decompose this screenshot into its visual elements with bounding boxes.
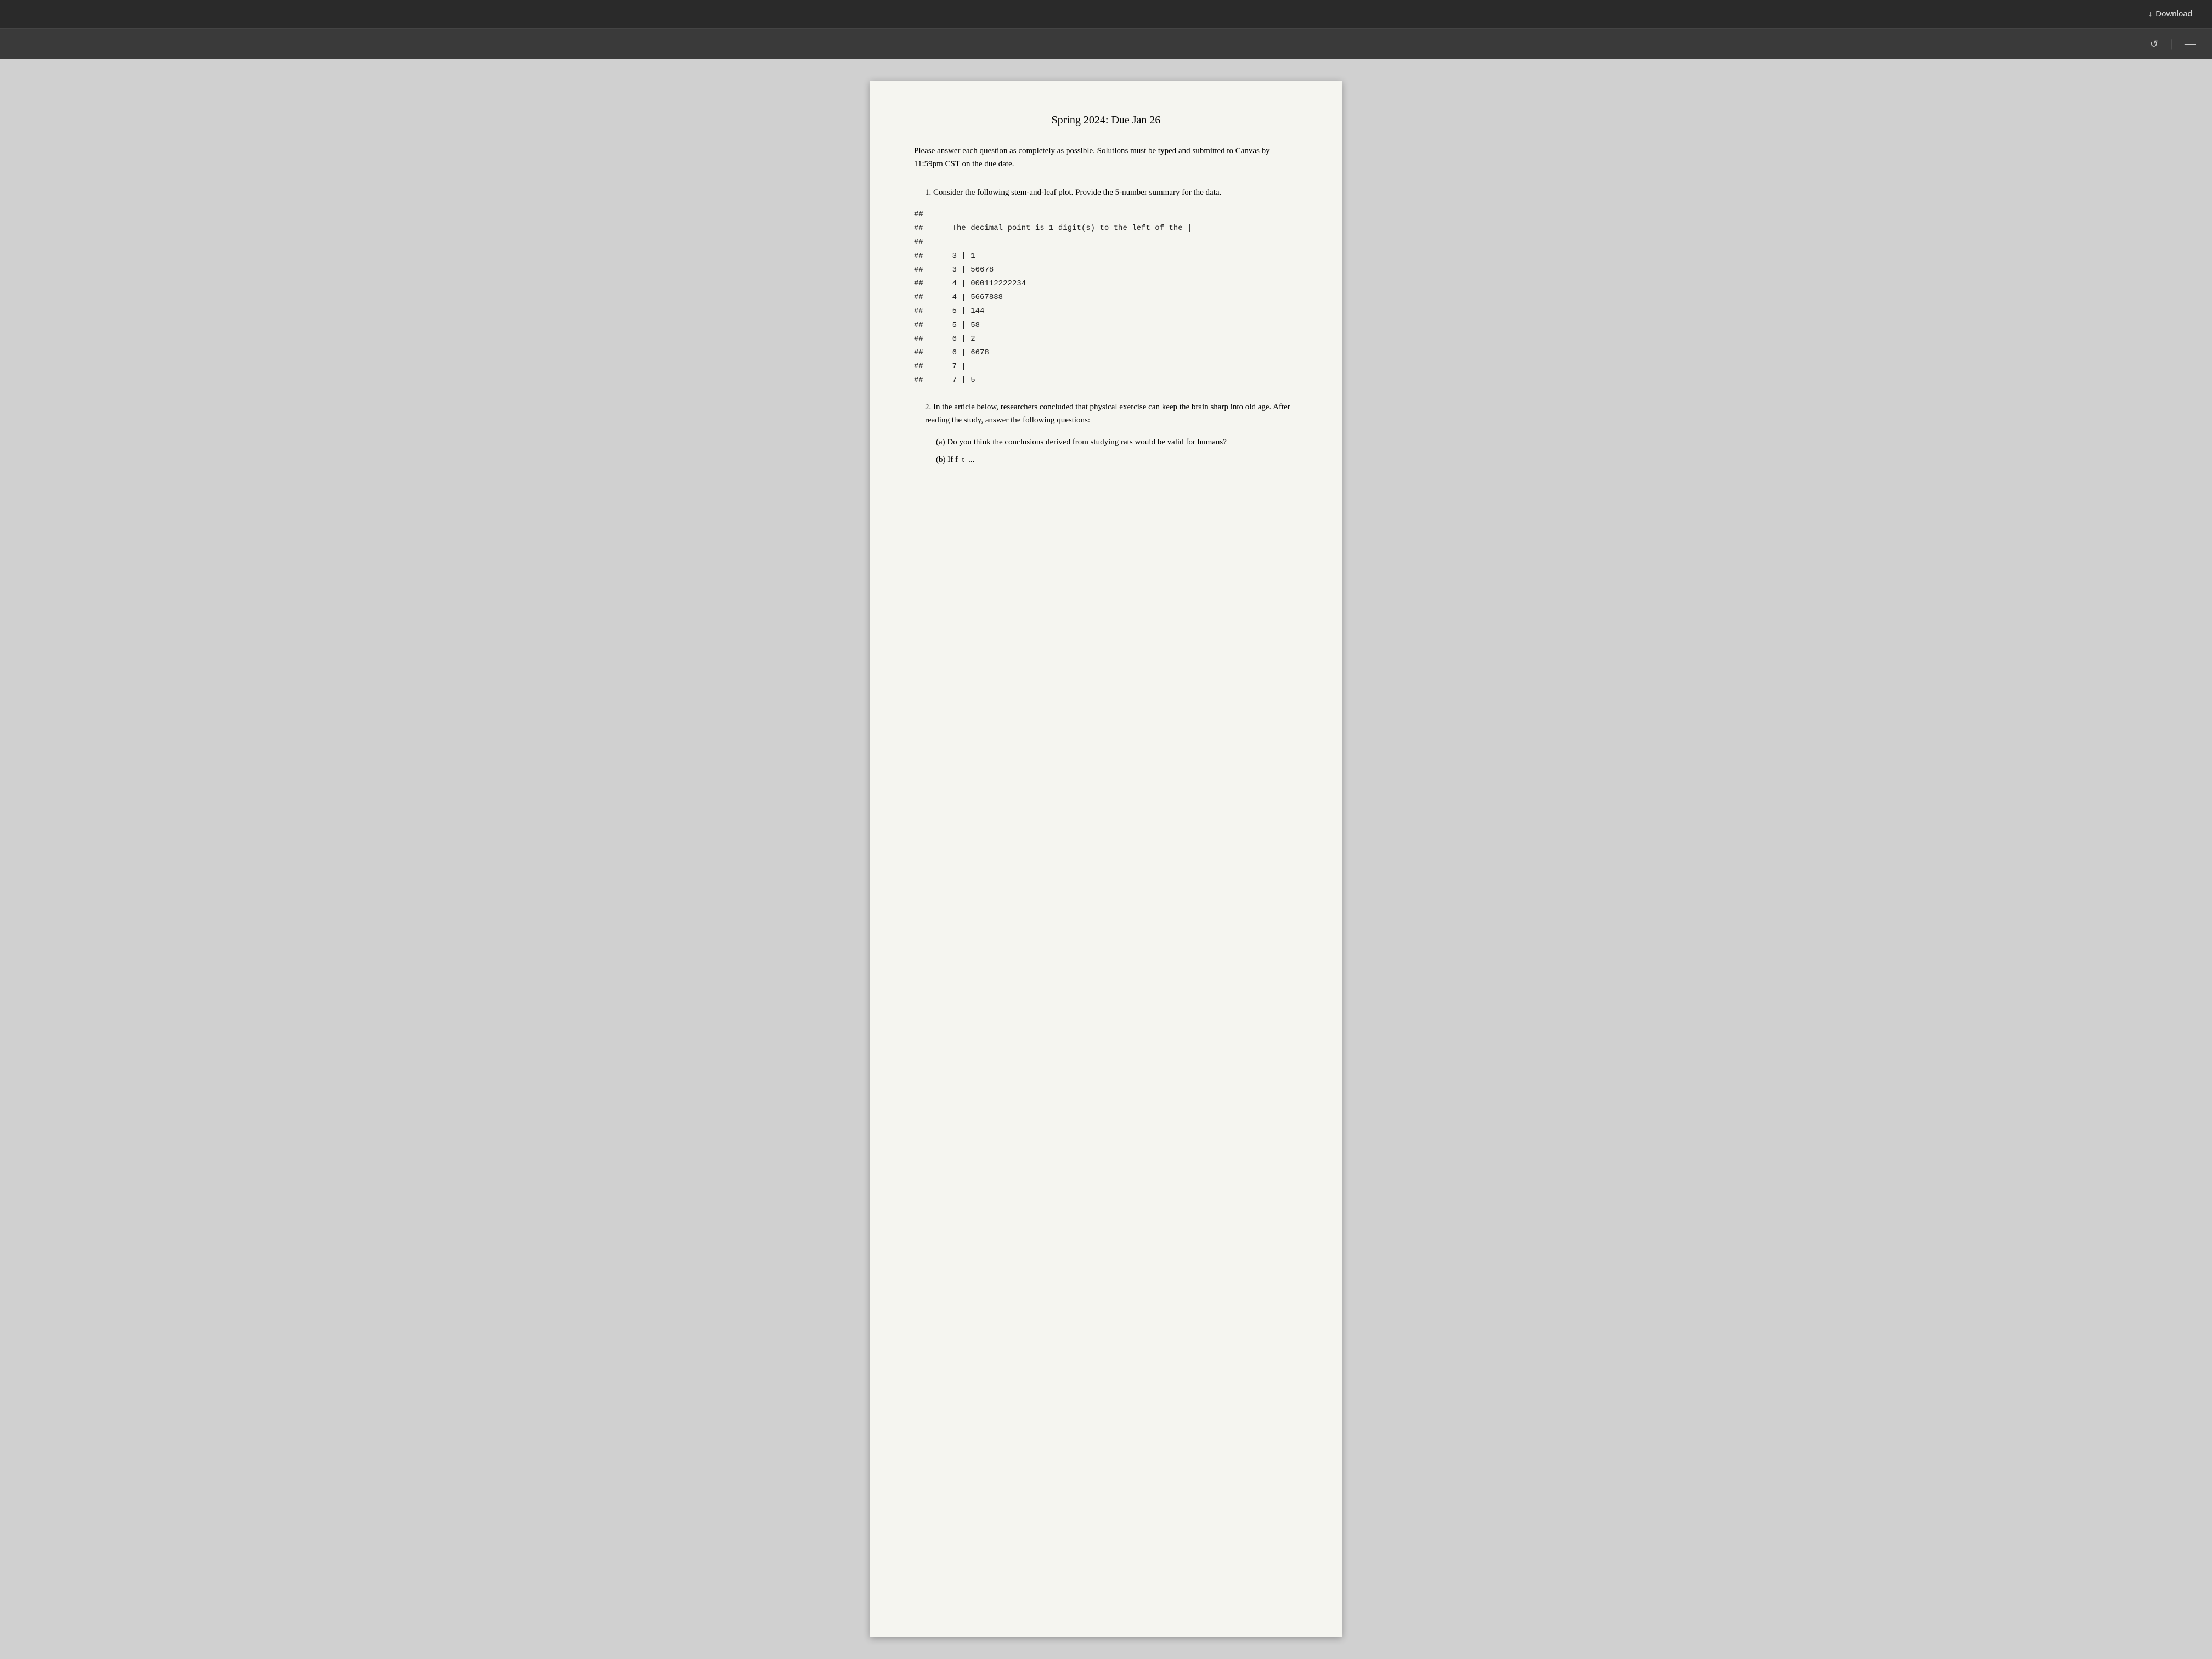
hash-prefix-6: ## (914, 277, 929, 291)
toolbar: ↺ | — (0, 29, 2212, 59)
hash-prefix-3: ## (914, 235, 929, 249)
hash-prefix-13: ## (914, 374, 929, 387)
stem-leaf-line-1: ## (914, 208, 1298, 222)
hash-prefix-4: ## (914, 250, 929, 263)
hash-prefix: ## (914, 208, 929, 222)
stem-leaf-line-8: ## 5 | 144 (914, 304, 1298, 318)
stem-leaf-content-2: The decimal point is 1 digit(s) to the l… (934, 222, 1192, 235)
document-title: Spring 2024: Due Jan 26 (914, 114, 1298, 127)
question-2a-text: (a) Do you think the conclusions derived… (936, 436, 1298, 449)
question-1-content: Consider the following stem-and-leaf plo… (933, 188, 1221, 197)
question-2b-label: (b) (936, 455, 946, 464)
hash-prefix-12: ## (914, 360, 929, 374)
download-button[interactable]: ↓ Download (2142, 6, 2199, 22)
document: Spring 2024: Due Jan 26 Please answer ea… (870, 81, 1342, 1637)
stem-leaf-content-13: 7 | 5 (934, 374, 975, 387)
stem-leaf-content-11: 6 | 6678 (934, 346, 989, 360)
question-2a-content: Do you think the conclusions derived fro… (947, 438, 1227, 447)
hash-prefix-11: ## (914, 346, 929, 360)
question-2-text: 2. In the article below, researchers con… (925, 400, 1298, 427)
hash-prefix-9: ## (914, 319, 929, 332)
stem-leaf-line-6: ## 4 | 000112222234 (914, 277, 1298, 291)
question-2b-content: If f t ... (947, 455, 974, 464)
stem-leaf-line-7: ## 4 | 5667888 (914, 291, 1298, 304)
question-2-block: 2. In the article below, researchers con… (914, 400, 1298, 466)
stem-leaf-line-11: ## 6 | 6678 (914, 346, 1298, 360)
stem-leaf-line-13: ## 7 | 5 (914, 374, 1298, 387)
question-2b-text: (b) If f t ... (936, 453, 1298, 466)
question-2a-label: (a) (936, 438, 945, 447)
stem-leaf-content-9: 5 | 58 (934, 319, 980, 332)
minimize-icon[interactable]: — (2181, 35, 2199, 54)
stem-leaf-content-5: 3 | 56678 (934, 263, 994, 277)
stem-leaf-plot: ## ## The decimal point is 1 digit(s) to… (914, 208, 1298, 387)
stem-leaf-line-4: ## 3 | 1 (914, 250, 1298, 263)
hash-prefix-7: ## (914, 291, 929, 304)
download-icon: ↓ (2148, 9, 2153, 19)
hash-prefix-8: ## (914, 304, 929, 318)
question-2-content: In the article below, researchers conclu… (925, 403, 1290, 425)
question-1-number: 1. (925, 188, 931, 197)
stem-leaf-content-12: 7 | (934, 360, 966, 374)
top-bar: ↓ Download (0, 0, 2212, 29)
toolbar-divider: | (2170, 38, 2172, 50)
stem-leaf-content-7: 4 | 5667888 (934, 291, 1003, 304)
question-2-number: 2. (925, 403, 931, 411)
download-label: Download (2155, 9, 2192, 19)
refresh-icon[interactable]: ↺ (2147, 35, 2162, 53)
stem-leaf-line-12: ## 7 | (914, 360, 1298, 374)
stem-leaf-content-4: 3 | 1 (934, 250, 975, 263)
stem-leaf-line-5: ## 3 | 56678 (914, 263, 1298, 277)
hash-prefix-10: ## (914, 332, 929, 346)
stem-leaf-content-10: 6 | 2 (934, 332, 975, 346)
stem-leaf-content-6: 4 | 000112222234 (934, 277, 1026, 291)
hash-prefix-5: ## (914, 263, 929, 277)
content-area: Spring 2024: Due Jan 26 Please answer ea… (0, 59, 2212, 1659)
stem-leaf-line-9: ## 5 | 58 (914, 319, 1298, 332)
question-1-block: 1. Consider the following stem-and-leaf … (914, 186, 1298, 387)
stem-leaf-content-8: 5 | 144 (934, 304, 984, 318)
question-1-text: 1. Consider the following stem-and-leaf … (925, 186, 1298, 199)
stem-leaf-line-3: ## (914, 235, 1298, 249)
stem-leaf-line-10: ## 6 | 2 (914, 332, 1298, 346)
hash-prefix-2: ## (914, 222, 929, 235)
stem-leaf-line-2: ## The decimal point is 1 digit(s) to th… (914, 222, 1298, 235)
instructions-text: Please answer each question as completel… (914, 144, 1298, 171)
